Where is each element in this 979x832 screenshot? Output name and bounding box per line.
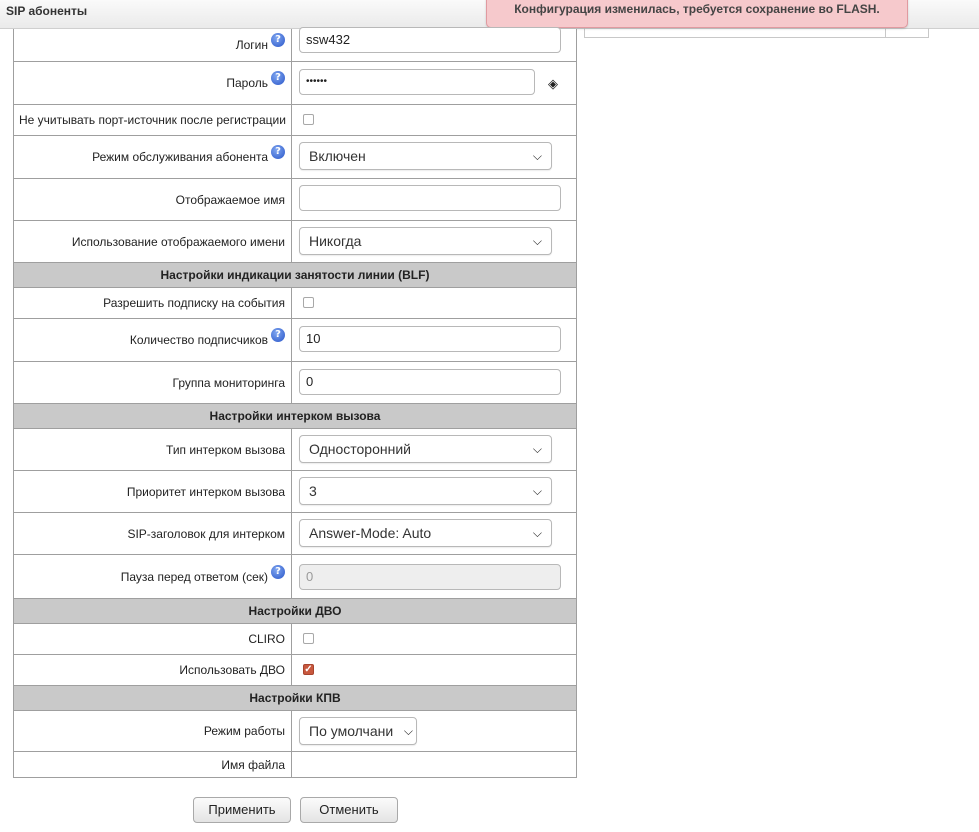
intercom-header-label: SIP-заголовок для интерком [127, 526, 285, 541]
service-mode-label-cell: Режим обслуживания абонента ? [14, 136, 292, 178]
password-label-cell: Пароль ? [14, 62, 292, 104]
service-mode-select[interactable]: Включен ⌵ [299, 142, 552, 170]
intercom-type-label: Тип интерком вызова [166, 442, 285, 457]
row-cliro: CLIRO [14, 624, 576, 655]
row-subscribers-count: Количество подписчиков ? 10 [14, 319, 576, 362]
row-work-mode: Режим работы По умолчани ⌵ [14, 711, 576, 752]
cliro-checkbox[interactable] [303, 633, 314, 644]
login-label: Логин [235, 38, 268, 52]
section-intercom: Настройки интерком вызова [14, 404, 576, 429]
password-label: Пароль [226, 76, 268, 90]
help-icon[interactable]: ? [271, 564, 285, 579]
intercom-type-select[interactable]: Односторонний ⌵ [299, 435, 552, 463]
help-icon[interactable]: ? [271, 328, 285, 342]
row-password: Пароль ? •••••• ◈ [14, 62, 576, 105]
use-dvo-label: Использовать ДВО [179, 663, 285, 677]
cliro-label: CLIRO [248, 632, 285, 646]
password-input[interactable]: •••••• [299, 69, 535, 95]
intercom-type-value: Односторонний [309, 441, 411, 457]
cliro-label-cell: CLIRO [14, 624, 292, 654]
side-table-divider [885, 28, 886, 37]
intercom-header-value: Answer-Mode: Auto [309, 525, 432, 541]
subscribers-count-label-cell: Количество подписчиков ? [14, 319, 292, 361]
allow-subscribe-label-cell: Разрешить подписку на события [14, 288, 292, 318]
allow-subscribe-label: Разрешить подписку на события [103, 296, 285, 310]
chevron-down-icon: ⌵ [532, 484, 542, 498]
intercom-type-label-cell: Тип интерком вызова [14, 429, 292, 470]
display-name-usage-value: Никогда [309, 233, 362, 249]
file-name-value [293, 752, 576, 777]
apply-button[interactable]: Применить [193, 797, 291, 823]
section-dvo: Настройки ДВО [14, 599, 576, 624]
row-intercom-header: SIP-заголовок для интерком Answer-Mode: … [14, 513, 576, 555]
display-name-usage-label-cell: Использование отображаемого имени [14, 221, 292, 262]
display-name-input[interactable] [299, 185, 561, 211]
intercom-priority-value: 3 [309, 483, 317, 499]
intercom-priority-label: Приоритет интерком вызова [126, 484, 285, 499]
help-icon[interactable]: ? [271, 71, 285, 85]
intercom-header-label-cell: SIP-заголовок для интерком [14, 513, 292, 554]
display-name-label-cell: Отображаемое имя [14, 179, 292, 220]
chevron-down-icon: ⌵ [532, 234, 542, 248]
side-table-fragment [584, 28, 929, 38]
intercom-priority-select[interactable]: 3 ⌵ [299, 477, 552, 505]
display-name-label: Отображаемое имя [175, 192, 285, 207]
login-input[interactable]: ssw432 [299, 27, 561, 53]
row-display-name-usage: Использование отображаемого имени Никогд… [14, 221, 576, 263]
file-name-label-cell: Имя файла [14, 752, 292, 777]
intercom-header-select[interactable]: Answer-Mode: Auto ⌵ [299, 519, 552, 547]
work-mode-label-cell: Режим работы [14, 711, 292, 751]
ignore-source-port-label-cell: Не учитывать порт-источник после регистр… [14, 105, 292, 135]
section-blf: Настройки индикации занятости линии (BLF… [14, 263, 576, 288]
chevron-down-icon: ⌵ [402, 718, 413, 744]
row-monitoring-group: Группа мониторинга 0 [14, 362, 576, 404]
row-file-name: Имя файла [14, 752, 576, 777]
chevron-down-icon: ⌵ [532, 149, 542, 163]
allow-subscribe-checkbox[interactable] [303, 297, 314, 308]
answer-pause-input[interactable]: 0 [299, 564, 561, 590]
ignore-source-port-checkbox[interactable] [303, 114, 314, 125]
subscribers-count-input[interactable]: 10 [299, 326, 561, 352]
service-mode-label: Режим обслуживания абонента [92, 150, 268, 164]
flash-notification: Конфигурация изменилась, требуется сохра… [486, 0, 908, 28]
help-icon[interactable]: ? [271, 145, 285, 159]
help-icon[interactable]: ? [271, 33, 285, 47]
file-name-label: Имя файла [221, 757, 285, 772]
login-label-cell: Логин ? [14, 29, 292, 61]
display-name-usage-select[interactable]: Никогда ⌵ [299, 227, 552, 255]
monitoring-group-label-cell: Группа мониторинга [14, 362, 292, 403]
eye-slash-icon[interactable]: ◈ [548, 77, 558, 92]
chevron-down-icon: ⌵ [532, 526, 542, 540]
row-service-mode: Режим обслуживания абонента ? Включен ⌵ [14, 136, 576, 179]
work-mode-select[interactable]: По умолчани ⌵ [299, 717, 417, 745]
display-name-usage-label: Использование отображаемого имени [71, 234, 285, 249]
monitoring-group-label: Группа мониторинга [172, 375, 285, 390]
subscriber-settings-form: Логин ? ssw432 Пароль ? •••••• ◈ Не учит… [13, 27, 577, 778]
row-use-dvo: Использовать ДВО ✓ [14, 655, 576, 686]
row-answer-pause: Пауза перед ответом (сек) ? 0 [14, 555, 576, 599]
row-display-name: Отображаемое имя [14, 179, 576, 221]
row-allow-subscribe: Разрешить подписку на события [14, 288, 576, 319]
intercom-priority-label-cell: Приоритет интерком вызова [14, 471, 292, 512]
cancel-button[interactable]: Отменить [300, 797, 398, 823]
service-mode-value: Включен [309, 148, 366, 164]
use-dvo-checkbox[interactable]: ✓ [303, 664, 314, 675]
row-intercom-priority: Приоритет интерком вызова 3 ⌵ [14, 471, 576, 513]
work-mode-value: По умолчани [309, 723, 394, 739]
monitoring-group-input[interactable]: 0 [299, 369, 561, 395]
row-intercom-type: Тип интерком вызова Односторонний ⌵ [14, 429, 576, 471]
answer-pause-label: Пауза перед ответом (сек) [120, 569, 268, 584]
section-kpv: Настройки КПВ [14, 686, 576, 711]
page-title: SIP абоненты [6, 4, 88, 18]
work-mode-label: Режим работы [203, 724, 285, 738]
ignore-source-port-label: Не учитывать порт-источник после регистр… [19, 113, 286, 127]
chevron-down-icon: ⌵ [532, 442, 542, 456]
use-dvo-label-cell: Использовать ДВО [14, 655, 292, 685]
row-ignore-source-port: Не учитывать порт-источник после регистр… [14, 105, 576, 136]
row-login: Логин ? ssw432 [14, 27, 576, 62]
subscribers-count-label: Количество подписчиков [129, 333, 268, 347]
answer-pause-label-cell: Пауза перед ответом (сек) ? [14, 555, 292, 598]
check-icon: ✓ [304, 664, 313, 675]
